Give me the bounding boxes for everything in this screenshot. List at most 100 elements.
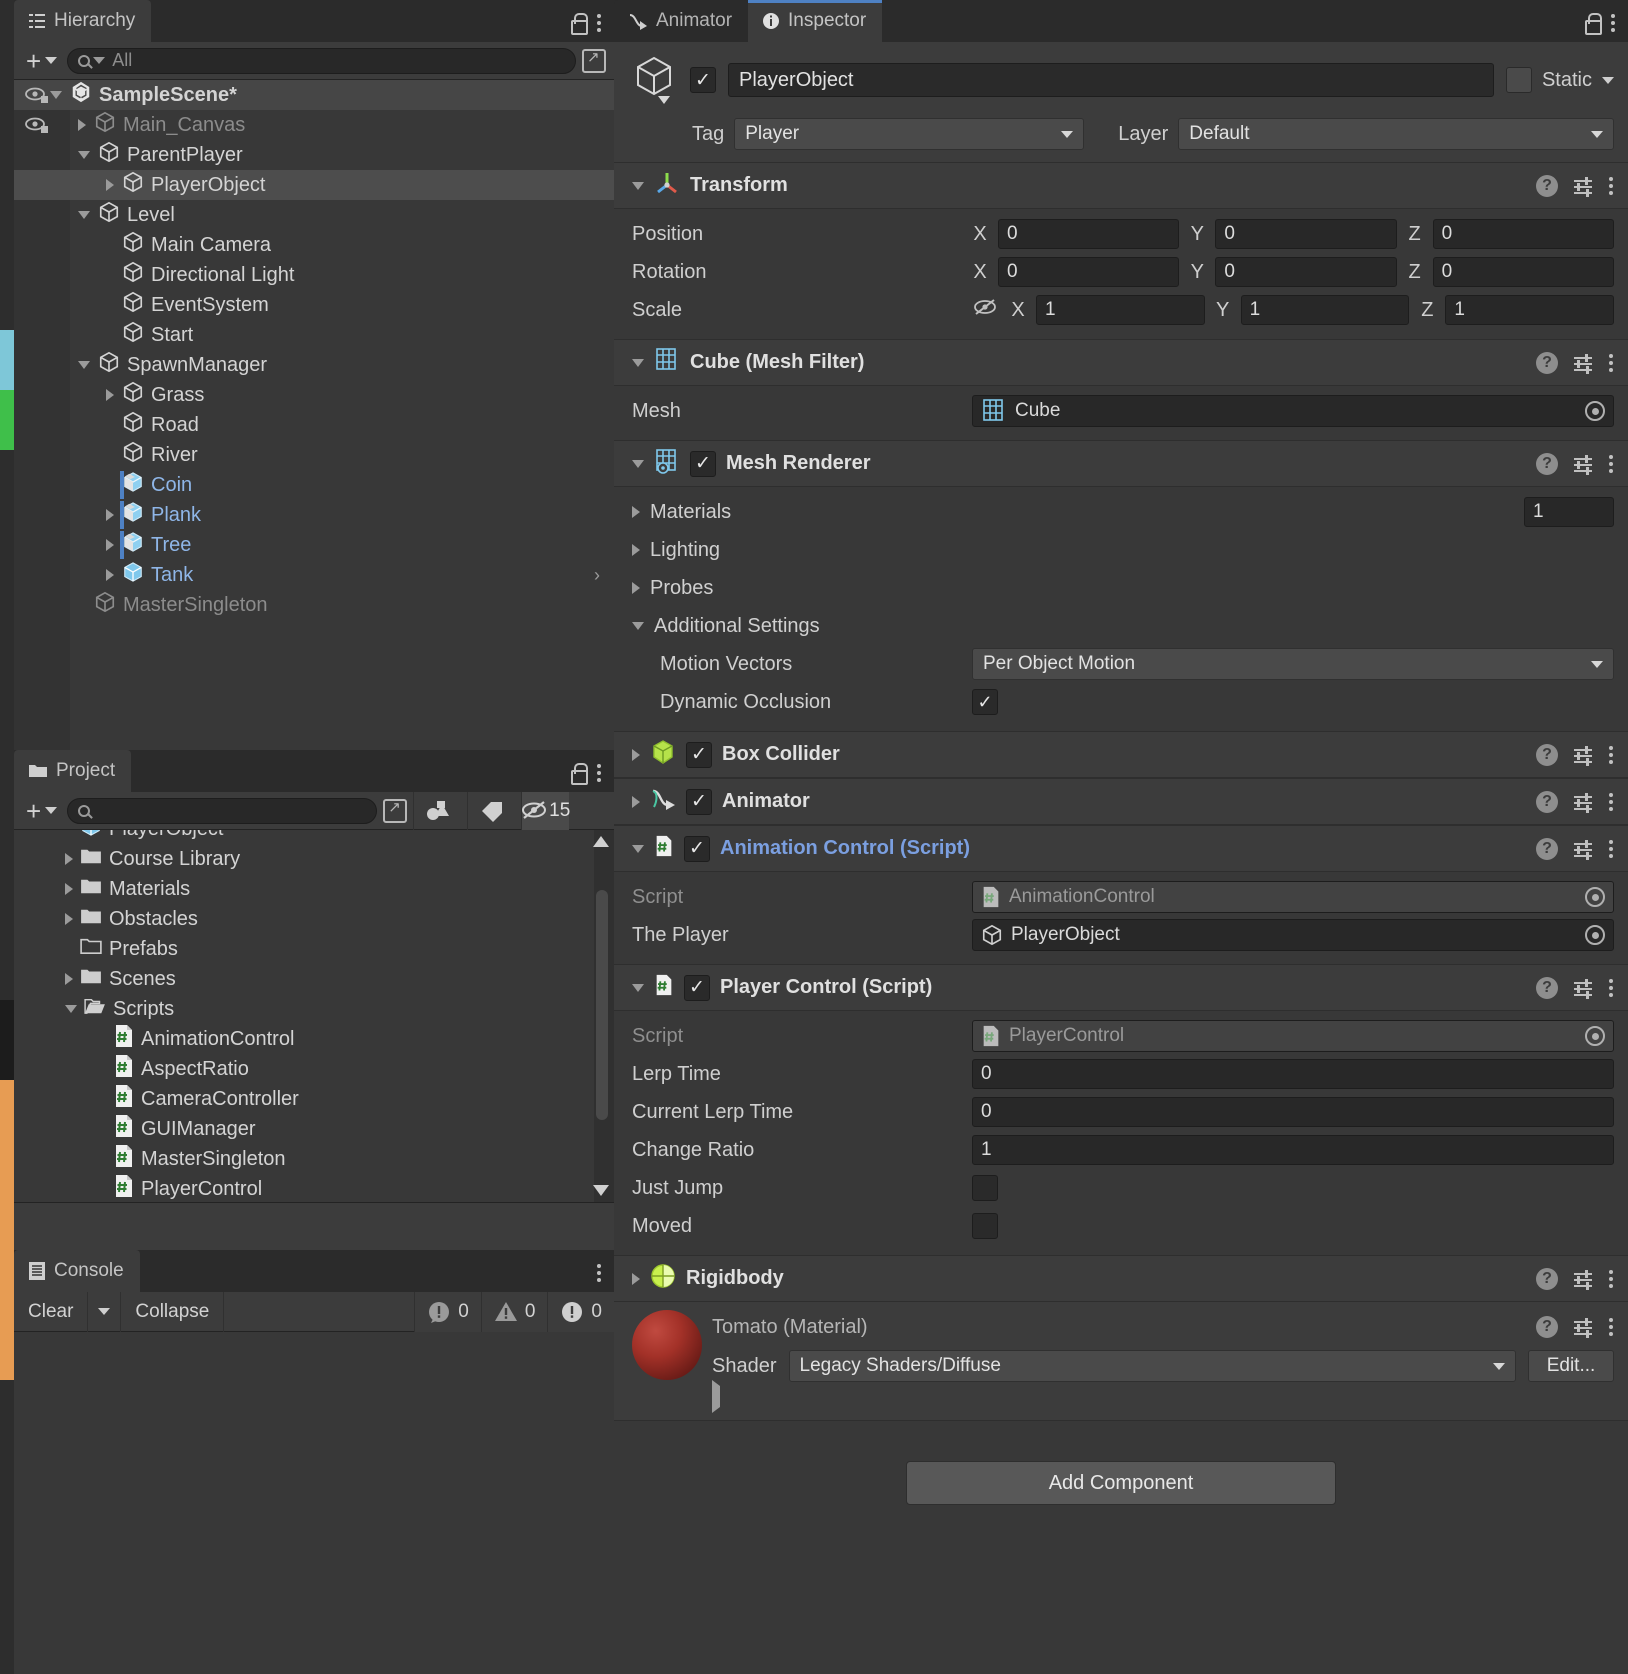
search-filter-chevron-icon[interactable]: [93, 57, 106, 64]
property-value-field[interactable]: 0: [972, 1059, 1614, 1089]
preset-icon[interactable]: [1572, 453, 1594, 475]
property-checkbox[interactable]: [972, 1213, 998, 1239]
expand-arrow-icon[interactable]: [106, 509, 114, 521]
hierarchy-item-plank[interactable]: Plank: [14, 500, 614, 530]
component-enabled-checkbox[interactable]: [684, 835, 710, 862]
object-picker-icon[interactable]: [1585, 887, 1605, 907]
component-menu-icon[interactable]: [1608, 453, 1614, 475]
create-object-button[interactable]: +: [22, 48, 61, 74]
gameobject-enabled-checkbox[interactable]: [690, 67, 716, 93]
error-count-toggle[interactable]: 0: [414, 1291, 481, 1332]
lock-icon[interactable]: [568, 13, 588, 35]
hierarchy-item-tree[interactable]: Tree: [14, 530, 614, 560]
project-item-mastersingleton[interactable]: MasterSingleton: [14, 1144, 614, 1174]
object-field-mesh[interactable]: Cube: [972, 395, 1614, 427]
hierarchy-item-road[interactable]: Road: [14, 410, 614, 440]
component-header-transform[interactable]: Transform?: [614, 163, 1628, 209]
expand-arrow-icon[interactable]: [106, 179, 114, 191]
hidden-assets-toggle[interactable]: 15: [521, 791, 570, 830]
component-header-cube-mesh-filter[interactable]: Cube (Mesh Filter)?: [614, 340, 1628, 386]
visibility-toggle-icon[interactable]: [24, 116, 50, 134]
component-menu-icon[interactable]: [1608, 1268, 1614, 1290]
help-icon[interactable]: ?: [1536, 743, 1558, 766]
expand-arrow-icon[interactable]: [106, 539, 114, 551]
console-menu-icon[interactable]: [596, 1262, 602, 1284]
object-picker-icon[interactable]: [1585, 1026, 1605, 1046]
log-count-toggle[interactable]: 0: [547, 1291, 614, 1332]
preset-icon[interactable]: [1572, 175, 1594, 197]
help-icon[interactable]: ?: [1536, 1316, 1558, 1338]
component-enabled-checkbox[interactable]: [690, 450, 716, 477]
hierarchy-item-spawnmanager[interactable]: SpawnManager: [14, 350, 614, 380]
foldout-row[interactable]: Probes: [632, 569, 1614, 607]
rotation-z-field[interactable]: 0: [1432, 257, 1614, 287]
hierarchy-item-directional-light[interactable]: Directional Light: [14, 260, 614, 290]
project-search-box[interactable]: [67, 797, 378, 824]
foldout-arrow-icon[interactable]: [632, 506, 640, 518]
tab-animator[interactable]: Animator: [614, 0, 749, 42]
component-menu-icon[interactable]: [1608, 744, 1614, 766]
component-foldout-arrow[interactable]: [632, 748, 640, 761]
property-checkbox[interactable]: [972, 689, 998, 715]
help-icon[interactable]: ?: [1536, 1267, 1558, 1290]
expand-arrow-icon[interactable]: [106, 569, 114, 581]
hierarchy-item-main-camera[interactable]: Main Camera: [14, 230, 614, 260]
expand-arrow-icon[interactable]: [106, 389, 114, 401]
expand-arrow-icon[interactable]: [65, 1005, 77, 1013]
position-z-field[interactable]: 0: [1432, 219, 1614, 249]
component-foldout-arrow[interactable]: [632, 983, 644, 992]
filter-by-type-button[interactable]: [413, 791, 461, 830]
preset-icon[interactable]: [1572, 791, 1594, 813]
preset-icon[interactable]: [1572, 352, 1594, 374]
project-menu-icon[interactable]: [596, 762, 602, 784]
project-tree[interactable]: PlayerObject Course Library Materials Obsta…: [14, 830, 614, 1202]
tab-inspector[interactable]: Inspector: [748, 0, 883, 42]
component-header-box-collider[interactable]: Box Collider?: [614, 732, 1628, 778]
hierarchy-item-parentplayer[interactable]: ParentPlayer: [14, 140, 614, 170]
property-value-field[interactable]: 0: [972, 1097, 1614, 1127]
hierarchy-item-grass[interactable]: Grass: [14, 380, 614, 410]
hierarchy-item-playerobject[interactable]: PlayerObject: [14, 170, 614, 200]
component-enabled-checkbox[interactable]: [684, 974, 710, 1001]
static-toggle-group[interactable]: Static: [1505, 67, 1614, 93]
hierarchy-item-tank[interactable]: Tank ›: [14, 560, 614, 590]
object-picker-icon[interactable]: [1585, 925, 1605, 945]
hierarchy-item-main-canvas[interactable]: Main_Canvas: [14, 110, 614, 140]
material-menu-icon[interactable]: [1608, 1316, 1614, 1338]
create-asset-button[interactable]: +: [22, 798, 61, 824]
project-item-animationcontrol[interactable]: AnimationControl: [14, 1024, 614, 1054]
expand-arrow-icon[interactable]: [50, 91, 62, 99]
search-popout-icon[interactable]: [582, 48, 606, 73]
project-scroll-down-arrow[interactable]: [593, 1185, 609, 1196]
hierarchy-item-mastersingleton[interactable]: MasterSingleton: [14, 590, 614, 620]
preset-icon[interactable]: [1572, 744, 1594, 766]
help-icon[interactable]: ?: [1536, 790, 1558, 813]
component-menu-icon[interactable]: [1608, 352, 1614, 374]
foldout-row[interactable]: Materials 1: [632, 493, 1614, 531]
component-foldout-arrow[interactable]: [632, 459, 644, 468]
help-icon[interactable]: ?: [1536, 976, 1558, 999]
search-popout-icon[interactable]: [383, 798, 408, 823]
property-checkbox[interactable]: [972, 1175, 998, 1201]
inspector-menu-icon[interactable]: [1610, 12, 1616, 34]
component-menu-icon[interactable]: [1608, 838, 1614, 860]
constrain-proportions-icon[interactable]: [972, 297, 998, 323]
filter-by-label-button[interactable]: [467, 791, 515, 830]
foldout-row[interactable]: Lighting: [632, 531, 1614, 569]
shader-dropdown[interactable]: Legacy Shaders/Diffuse: [788, 1350, 1516, 1382]
rotation-y-field[interactable]: 0: [1215, 257, 1397, 287]
object-field-script[interactable]: AnimationControl: [972, 881, 1614, 913]
gameobject-name-field[interactable]: PlayerObject: [728, 63, 1494, 97]
project-item-obstacles[interactable]: Obstacles: [14, 904, 614, 934]
project-item-guimanager[interactable]: GUIManager: [14, 1114, 614, 1144]
hierarchy-item-river[interactable]: River: [14, 440, 614, 470]
component-header-animator[interactable]: Animator?: [614, 779, 1628, 825]
submenu-chevron-icon[interactable]: ›: [594, 565, 600, 586]
lock-icon[interactable]: [568, 763, 588, 785]
hierarchy-item-start[interactable]: Start: [14, 320, 614, 350]
project-item-playerobject[interactable]: PlayerObject: [14, 830, 614, 844]
hierarchy-item-coin[interactable]: Coin: [14, 470, 614, 500]
foldout-arrow-icon[interactable]: [632, 582, 640, 594]
project-scrollbar-thumb[interactable]: [596, 890, 608, 1120]
component-foldout-arrow[interactable]: [632, 844, 644, 853]
